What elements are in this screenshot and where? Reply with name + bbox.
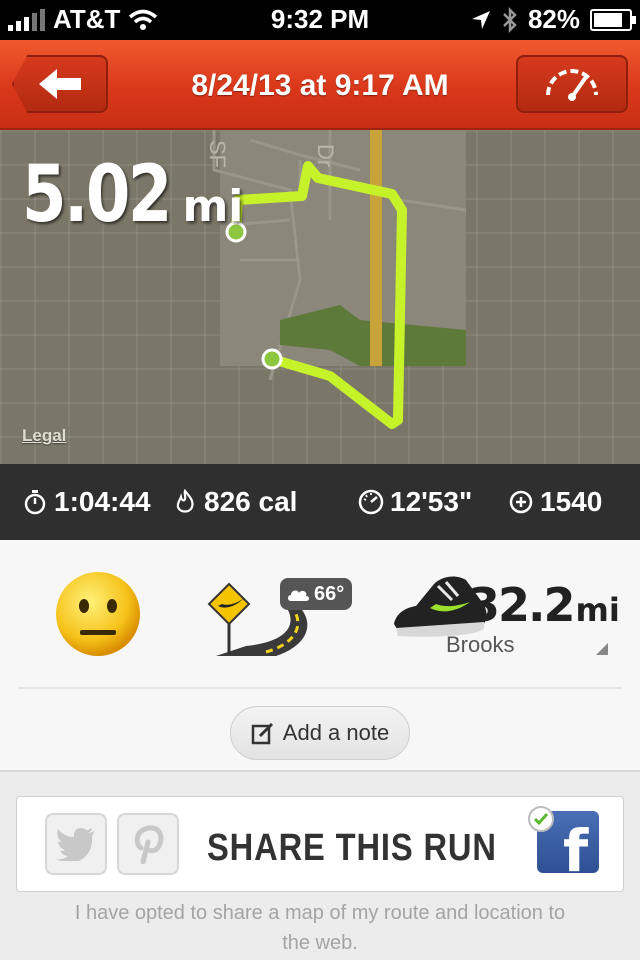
cloud-icon — [288, 590, 309, 601]
stopwatch-icon — [24, 490, 46, 515]
weather-badge: 66° — [280, 578, 353, 610]
route-map[interactable]: SF Dr 5.02 mi Legal — [0, 130, 640, 464]
fuel-stat: 1540 — [508, 486, 602, 518]
location-arrow-icon — [471, 10, 490, 29]
distance-unit: mi — [182, 181, 244, 232]
shoe-miles-unit: mi — [575, 591, 620, 629]
page-title: 8/24/13 at 9:17 AM — [191, 69, 449, 102]
pinterest-button[interactable] — [117, 813, 179, 875]
duration-value: 1:04:44 — [54, 486, 151, 517]
back-arrow-icon — [39, 69, 81, 99]
shoe-name[interactable]: Brooks — [446, 632, 514, 658]
route-end-marker — [261, 348, 283, 370]
facebook-selected-check-icon — [528, 806, 554, 832]
bluetooth-icon — [503, 6, 517, 33]
pinterest-icon — [134, 825, 164, 864]
weather-temp: 66° — [314, 582, 345, 605]
add-note-label: Add a note — [282, 720, 390, 745]
legal-link[interactable]: Legal — [22, 426, 66, 446]
speedometer-icon — [546, 69, 598, 101]
back-button[interactable] — [12, 55, 108, 113]
distance-display: 5.02 mi — [22, 150, 243, 240]
pace-gauge-icon — [358, 489, 384, 515]
share-disclaimer: I have opted to share a map of my route … — [74, 902, 566, 954]
twitter-bird-icon — [56, 827, 94, 861]
details-divider — [18, 687, 622, 689]
battery-percent: 82% — [527, 4, 580, 34]
nav-bar: 8/24/13 at 9:17 AM — [0, 40, 640, 130]
duration-stat: 1:04:44 — [22, 486, 151, 518]
fuel-plus-icon — [509, 490, 533, 514]
flame-icon — [176, 489, 194, 513]
calories-stat: 826 cal — [172, 486, 297, 518]
shoe-dropdown-caret-icon[interactable] — [596, 643, 608, 655]
compose-icon — [251, 722, 273, 745]
distance-value: 5.02 — [22, 150, 172, 240]
status-right-group: 82% — [470, 4, 636, 35]
add-note-button[interactable]: Add a note — [230, 706, 410, 760]
twitter-button[interactable] — [45, 813, 107, 875]
pace-value: 12'53" — [390, 486, 473, 517]
facebook-icon: f — [563, 817, 589, 873]
speedometer-button[interactable] — [516, 55, 628, 113]
battery-icon — [590, 8, 636, 31]
share-label: SHARE THIS RUN — [207, 827, 497, 869]
shoe-miles-value: 32.2 — [468, 578, 575, 632]
svg-text:Dr: Dr — [313, 144, 338, 167]
shoe-mileage: 32.2 mi — [468, 578, 620, 632]
stats-bar: 1:04:44 826 cal 12'53" 1540 — [0, 464, 640, 540]
fuel-value: 1540 — [540, 486, 603, 517]
neutral-face-icon[interactable] — [54, 570, 142, 658]
calories-value: 826 cal — [204, 486, 298, 517]
status-bar: AT&T 9:32 PM 82% — [0, 0, 640, 40]
pace-stat: 12'53" — [358, 486, 472, 518]
